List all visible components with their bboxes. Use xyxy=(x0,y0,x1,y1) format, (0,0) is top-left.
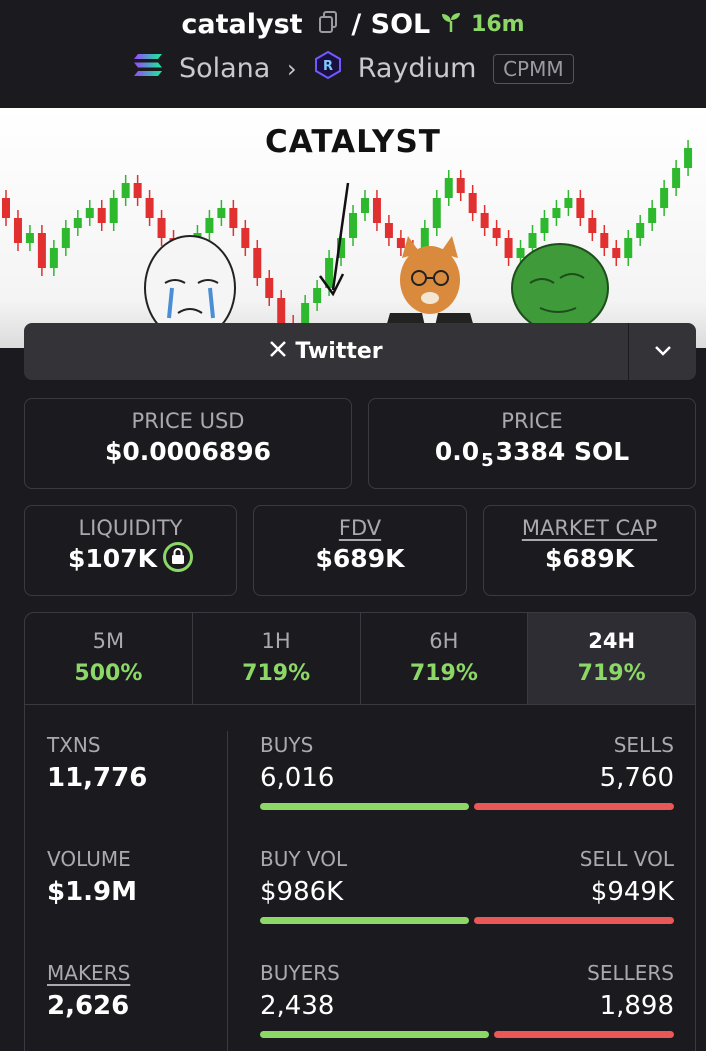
sellers-label: SELLERS xyxy=(587,961,674,985)
buy-vol-label: BUY VOL xyxy=(260,847,348,871)
volume-row: VOLUME $1.9M BUY VOL SELL VOL $986K $949K xyxy=(25,847,695,947)
price-native-card: PRICE 0.0 53384 SOL xyxy=(368,398,696,489)
tab-label: 24H xyxy=(588,629,636,653)
tab-6h[interactable]: 6H 719% xyxy=(361,613,529,704)
liquidity-label: LIQUIDITY xyxy=(78,516,183,540)
volume-value: $1.9M xyxy=(47,877,138,907)
chain-link[interactable]: Solana xyxy=(179,53,270,84)
fdv-value: $689K xyxy=(315,544,405,573)
fdv-label[interactable]: FDV xyxy=(254,516,466,540)
tab-5m[interactable]: 5M 500% xyxy=(25,613,193,704)
sellers-value: 1,898 xyxy=(599,991,674,1021)
twitter-button[interactable]: Twitter xyxy=(24,323,628,380)
market-cap-card: MARKET CAP $689K xyxy=(483,505,696,596)
tab-change: 719% xyxy=(409,661,478,686)
raydium-icon: R xyxy=(313,50,343,87)
volume-ratio-bar xyxy=(260,917,674,924)
buys-value: 6,016 xyxy=(260,763,335,793)
txns-ratio-bar xyxy=(260,803,674,810)
price-usd-value: $0.0006896 xyxy=(104,437,272,466)
sell-vol-bar xyxy=(474,917,674,924)
buyers-label: BUYERS xyxy=(260,961,340,985)
sell-vol-value: $949K xyxy=(590,877,674,907)
sells-bar xyxy=(474,803,674,810)
makers-row: MAKERS 2,626 BUYERS SELLERS 2,438 1,898 xyxy=(25,961,695,1051)
chevron-right-icon: › xyxy=(286,54,297,83)
txns-label: TXNS xyxy=(47,733,101,757)
social-dropdown-button[interactable] xyxy=(628,323,696,380)
pair-title: catalyst / SOL 16m xyxy=(0,8,706,40)
dex-link[interactable]: Raydium xyxy=(358,53,477,84)
price-usd-card: PRICE USD $0.0006896 xyxy=(24,398,352,489)
buyers-bar xyxy=(260,1031,489,1038)
fdv-card: FDV $689K xyxy=(253,505,467,596)
liquidity-card: LIQUIDITY $107K xyxy=(24,505,237,596)
buys-label: BUYS xyxy=(260,733,314,757)
pair-breadcrumb: Solana › R Raydium CPMM xyxy=(0,50,706,87)
market-cap-label[interactable]: MARKET CAP xyxy=(484,516,695,540)
market-cap-value: $689K xyxy=(545,544,634,573)
makers-ratio-bar xyxy=(260,1031,674,1038)
sells-value: 5,760 xyxy=(599,763,674,793)
sell-vol-label: SELL VOL xyxy=(579,847,674,871)
timeframe-tabs: 5M 500% 1H 719% 6H 719% 24H 719% xyxy=(25,613,695,705)
buy-vol-value: $986K xyxy=(260,877,344,907)
buys-bar xyxy=(260,803,469,810)
pair-age: 16m xyxy=(471,12,525,37)
quote-token: / SOL xyxy=(351,9,431,40)
makers-label[interactable]: MAKERS xyxy=(47,961,130,985)
social-links-bar: Twitter xyxy=(24,323,696,380)
volume-label: VOLUME xyxy=(47,847,131,871)
tab-label: 6H xyxy=(429,629,459,653)
tab-change: 500% xyxy=(74,661,143,686)
twitter-label: Twitter xyxy=(295,339,383,364)
makers-value: 2,626 xyxy=(47,991,130,1021)
stats-panel: 5M 500% 1H 719% 6H 719% 24H 719% TXNS 11… xyxy=(24,612,696,1051)
pepe-face-art xyxy=(511,243,609,333)
solana-icon xyxy=(132,52,164,85)
price-native-label: PRICE xyxy=(501,409,563,433)
tab-label: 1H xyxy=(261,629,291,653)
token-banner-image: CATALYST xyxy=(0,108,706,348)
svg-text:R: R xyxy=(323,59,333,74)
token-name: catalyst xyxy=(181,9,303,40)
lock-icon[interactable] xyxy=(162,542,193,572)
liquidity-value: $107K xyxy=(68,544,157,573)
sells-label: SELLS xyxy=(613,733,674,757)
tab-24h[interactable]: 24H 719% xyxy=(528,613,695,704)
tab-change: 719% xyxy=(242,661,311,686)
txns-value: 11,776 xyxy=(47,763,148,793)
txns-row: TXNS 11,776 BUYS SELLS 6,016 5,760 xyxy=(25,733,695,833)
copy-icon[interactable] xyxy=(318,9,338,40)
sellers-bar xyxy=(494,1031,674,1038)
price-native-value: 0.0 53384 SOL xyxy=(434,437,630,471)
chevron-down-icon xyxy=(654,342,672,361)
tab-label: 5M xyxy=(92,629,125,653)
pool-type-badge: CPMM xyxy=(493,53,574,84)
buyers-value: 2,438 xyxy=(260,991,335,1021)
down-arrow-art xyxy=(144,182,609,348)
price-usd-label: PRICE USD xyxy=(131,409,245,433)
x-logo-icon xyxy=(269,339,287,364)
buy-vol-bar xyxy=(260,917,469,924)
pair-header: catalyst / SOL 16m Solana › R Raydium CP… xyxy=(0,0,706,108)
tab-1h[interactable]: 1H 719% xyxy=(193,613,361,704)
seedling-icon xyxy=(440,9,471,40)
tab-change: 719% xyxy=(577,661,646,686)
